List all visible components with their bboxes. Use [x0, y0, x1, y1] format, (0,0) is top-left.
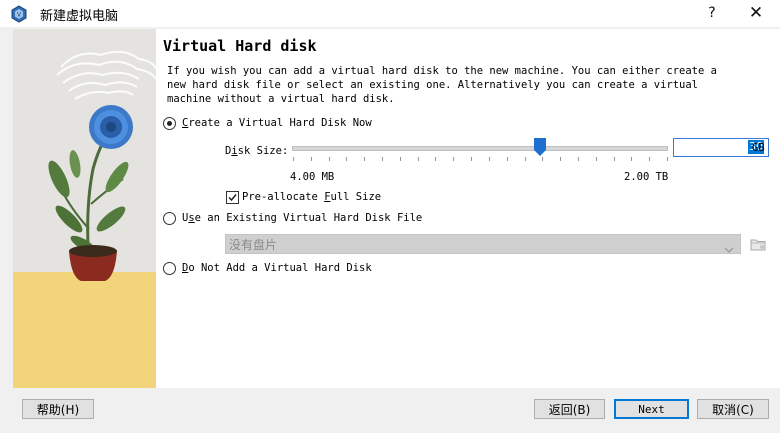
slider-tick	[346, 157, 347, 161]
slider-tick	[578, 157, 579, 161]
slider-tick	[364, 157, 365, 161]
slider-tick	[649, 157, 650, 161]
slider-tick	[311, 157, 312, 161]
slider-tick	[631, 157, 632, 161]
help-button[interactable]: 帮助(H)	[22, 399, 94, 419]
choose-disk-file-button[interactable]	[748, 234, 768, 254]
slider-tick	[542, 157, 543, 161]
existing-disk-selected: 没有盘片	[229, 238, 278, 252]
folder-icon	[750, 239, 766, 251]
slider-min-label: 4.00 MB	[290, 171, 335, 183]
no-disk-radio[interactable]	[163, 262, 176, 275]
slider-tick	[471, 157, 472, 161]
chevron-down-icon	[724, 239, 734, 258]
slider-tick	[614, 157, 615, 161]
window-title: 新建虚拟电脑	[40, 9, 119, 24]
slider-tick	[293, 157, 294, 161]
back-button[interactable]: 返回(B)	[534, 399, 605, 419]
slider-tick	[596, 157, 597, 161]
existing-disk-select[interactable]: 没有盘片	[225, 234, 741, 254]
page-description: If you wish you can add a virtual hard d…	[167, 65, 717, 105]
checkmark-icon	[228, 194, 237, 202]
new-vm-dialog: V 新建虚拟电脑 ? ✕ Virtual Hard disk If you wi…	[0, 0, 780, 433]
wizard-content: Virtual Hard disk If you wish you can ad…	[156, 29, 780, 388]
slider-max-label: 2.00 TB	[624, 171, 669, 183]
cancel-button[interactable]: 取消(C)	[697, 399, 769, 419]
slider-tick	[382, 157, 383, 161]
no-disk-label[interactable]: Do Not Add a Virtual Hard Disk	[182, 262, 372, 274]
close-button[interactable]: ✕	[734, 0, 778, 27]
slider-tick	[525, 157, 526, 161]
slider-tick	[435, 157, 436, 161]
next-button[interactable]: Next	[614, 399, 689, 419]
slider-tick	[489, 157, 490, 161]
context-help-button[interactable]: ?	[690, 0, 734, 27]
disk-size-unit: GB	[752, 142, 765, 154]
use-existing-disk-label[interactable]: Use an Existing Virtual Hard Disk File	[182, 212, 422, 224]
slider-tick	[507, 157, 508, 161]
wizard-illustration	[13, 29, 156, 388]
title-bar: V 新建虚拟电脑 ? ✕	[0, 0, 780, 27]
dialog-border	[0, 27, 13, 388]
preallocate-label[interactable]: Pre-allocate Full Size	[242, 191, 381, 203]
disk-size-label: Disk Size:	[225, 145, 289, 157]
slider-tick	[560, 157, 561, 161]
create-new-disk-label[interactable]: Create a Virtual Hard Disk Now	[182, 117, 372, 129]
create-new-disk-radio[interactable]	[163, 117, 176, 130]
slider-tick	[453, 157, 454, 161]
preallocate-checkbox[interactable]	[226, 191, 239, 204]
slider-tick	[400, 157, 401, 161]
slider-tick	[418, 157, 419, 161]
disk-size-slider[interactable]	[292, 146, 668, 151]
virtualbox-icon: V	[10, 5, 28, 23]
disk-size-slider-handle[interactable]	[534, 138, 546, 156]
slider-tick	[329, 157, 330, 161]
page-title: Virtual Hard disk	[163, 37, 317, 55]
slider-tick	[667, 157, 668, 161]
use-existing-disk-radio[interactable]	[163, 212, 176, 225]
